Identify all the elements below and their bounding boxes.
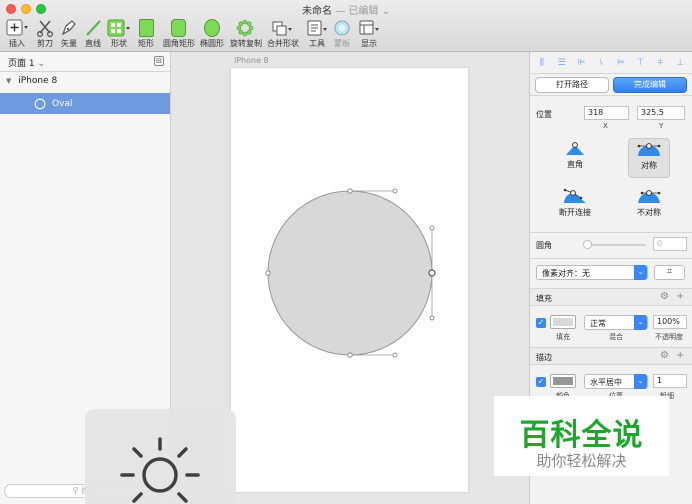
combine-icon <box>272 21 292 36</box>
oval-icon <box>204 19 220 37</box>
corner-radius-row: 圆角 0 <box>530 232 692 256</box>
combine-shapes-button[interactable]: 合并形状 <box>267 19 299 49</box>
page-selector[interactable]: 页面 1 ⌄ ⊟ <box>0 52 170 72</box>
align-center-icon[interactable]: ⧷ <box>596 58 606 68</box>
border-color-swatch[interactable] <box>550 374 576 388</box>
rounded-rectangle-button[interactable]: 圆角矩形 <box>163 19 195 49</box>
x-position-field[interactable]: 318 <box>584 106 629 120</box>
brightness-hud <box>85 409 236 504</box>
align-left-icon[interactable]: ⊫ <box>576 58 586 68</box>
rounded-rectangle-icon <box>170 19 186 37</box>
chevron-down-icon: ⌄ <box>634 315 647 330</box>
pixel-align-dropdown[interactable]: 像素对齐：无 ⌄ <box>536 265 648 280</box>
position-label: 位置 <box>536 110 552 119</box>
path-buttons: 打开路径 完成编辑 <box>530 74 692 96</box>
add-fill-icon[interactable]: + <box>676 291 684 302</box>
watermark-title: 百科全说 <box>519 418 644 453</box>
corner-radius-slider[interactable] <box>583 240 646 249</box>
point-type-straight[interactable]: 直角 <box>550 140 600 180</box>
fill-opacity-field[interactable]: 100% <box>653 315 687 329</box>
oval-layer-icon <box>34 98 46 110</box>
mirrored-point-icon <box>637 143 661 156</box>
watermark: 百科全说 助你轻松解决 <box>494 396 669 476</box>
watermark-subtitle: 助你轻松解决 <box>536 452 627 470</box>
insert-button[interactable]: 插入 <box>2 19 32 49</box>
add-border-icon[interactable]: + <box>676 350 684 361</box>
gear-icon[interactable]: ⚙ <box>660 350 669 361</box>
border-width-field[interactable]: 1 <box>653 374 687 388</box>
slider-knob[interactable] <box>583 240 592 249</box>
disconnected-point-icon <box>563 188 586 203</box>
chevron-down-icon: ⌄ <box>37 59 46 69</box>
gear-icon[interactable]: ⚙ <box>660 291 669 302</box>
straight-point-icon <box>566 142 584 155</box>
border-color <box>553 377 573 385</box>
chevron-down-icon[interactable]: ⌄ <box>382 6 390 17</box>
open-path-button[interactable]: 打开路径 <box>535 77 609 93</box>
corner-radius-field[interactable]: 0 <box>653 237 687 251</box>
shape-icon <box>107 19 130 37</box>
rectangle-icon <box>138 19 154 37</box>
rotate-copy-button[interactable]: 旋转复制 <box>230 19 262 49</box>
border-section-header: 描边 ⚙ + <box>530 347 692 365</box>
fill-section-header: 填充 ⚙ + <box>530 288 692 306</box>
point-type-disconnected[interactable]: 断开连接 <box>550 188 600 228</box>
asymmetric-point-icon <box>638 190 661 203</box>
oval-shape[interactable] <box>231 68 468 492</box>
fill-color-swatch[interactable] <box>550 315 576 329</box>
align-bottom-icon[interactable]: ⊥ <box>675 58 685 68</box>
alignment-toolbar: ⫼ ☰ ⊫ ⧷ ⊨ ⊤ ⫩ ⊥ <box>530 52 692 74</box>
artboard[interactable] <box>231 68 468 492</box>
chevron-down-icon: ⌄ <box>634 374 647 389</box>
tools-icon <box>307 20 327 36</box>
layer-oval[interactable]: Oval <box>0 93 170 114</box>
disclosure-triangle-icon[interactable]: ▼ <box>6 77 11 85</box>
display-button[interactable]: 显示 <box>354 19 384 49</box>
pen-icon <box>61 20 76 36</box>
rotate-copy-icon <box>236 19 254 37</box>
scissors-icon <box>36 20 54 37</box>
finish-editing-button[interactable]: 完成编辑 <box>613 77 687 93</box>
pixel-align-row: 像素对齐：无 ⌄ ⌗ <box>530 258 692 286</box>
distribute-horizontal-icon[interactable]: ⫼ <box>537 58 547 68</box>
y-position-field[interactable]: 325.5 <box>637 106 685 120</box>
point-type-asymmetric[interactable]: 不对称 <box>628 188 670 228</box>
align-middle-icon[interactable]: ⫩ <box>655 58 665 68</box>
mask-button[interactable]: 蒙板 <box>327 19 357 49</box>
fill-color <box>553 318 573 326</box>
sun-icon <box>120 437 200 503</box>
blend-mode-dropdown[interactable]: 正常 ⌄ <box>584 315 648 330</box>
artboard-title[interactable]: iPhone 8 <box>234 56 269 65</box>
oval-button[interactable]: 椭圆形 <box>197 19 227 49</box>
rectangle-button[interactable]: 矩形 <box>131 19 161 49</box>
window-title: 未命名 — 已编辑 ⌄ <box>302 6 390 17</box>
line-icon <box>86 20 101 36</box>
insert-icon <box>6 19 28 36</box>
border-enabled-checkbox[interactable]: ✓ <box>536 377 546 387</box>
chevron-down-icon: ⌄ <box>634 265 647 280</box>
pixel-align-button[interactable]: ⌗ <box>654 265 685 280</box>
fill-enabled-checkbox[interactable]: ✓ <box>536 318 546 328</box>
point-type-mirrored[interactable]: 对称 <box>628 138 670 178</box>
align-right-icon[interactable]: ⊨ <box>616 58 626 68</box>
mask-icon <box>334 20 350 36</box>
collapse-pages-icon[interactable]: ⊟ <box>154 56 164 66</box>
distribute-vertical-icon[interactable]: ☰ <box>557 58 567 68</box>
align-top-icon[interactable]: ⊤ <box>636 58 646 68</box>
title-bar: 未命名 — 已编辑 ⌄ 插入 剪刀 矢量 直线 形状 矩形 圆角矩形 椭圆形 旋… <box>0 0 692 52</box>
search-icon: ⚲ <box>72 486 79 495</box>
layer-artboard-iphone8[interactable]: ▼ iPhone 8 <box>0 72 170 93</box>
display-icon <box>359 20 379 35</box>
shape-button[interactable]: 形状 <box>104 19 134 49</box>
border-position-dropdown[interactable]: 水平居中 ⌄ <box>584 374 648 389</box>
